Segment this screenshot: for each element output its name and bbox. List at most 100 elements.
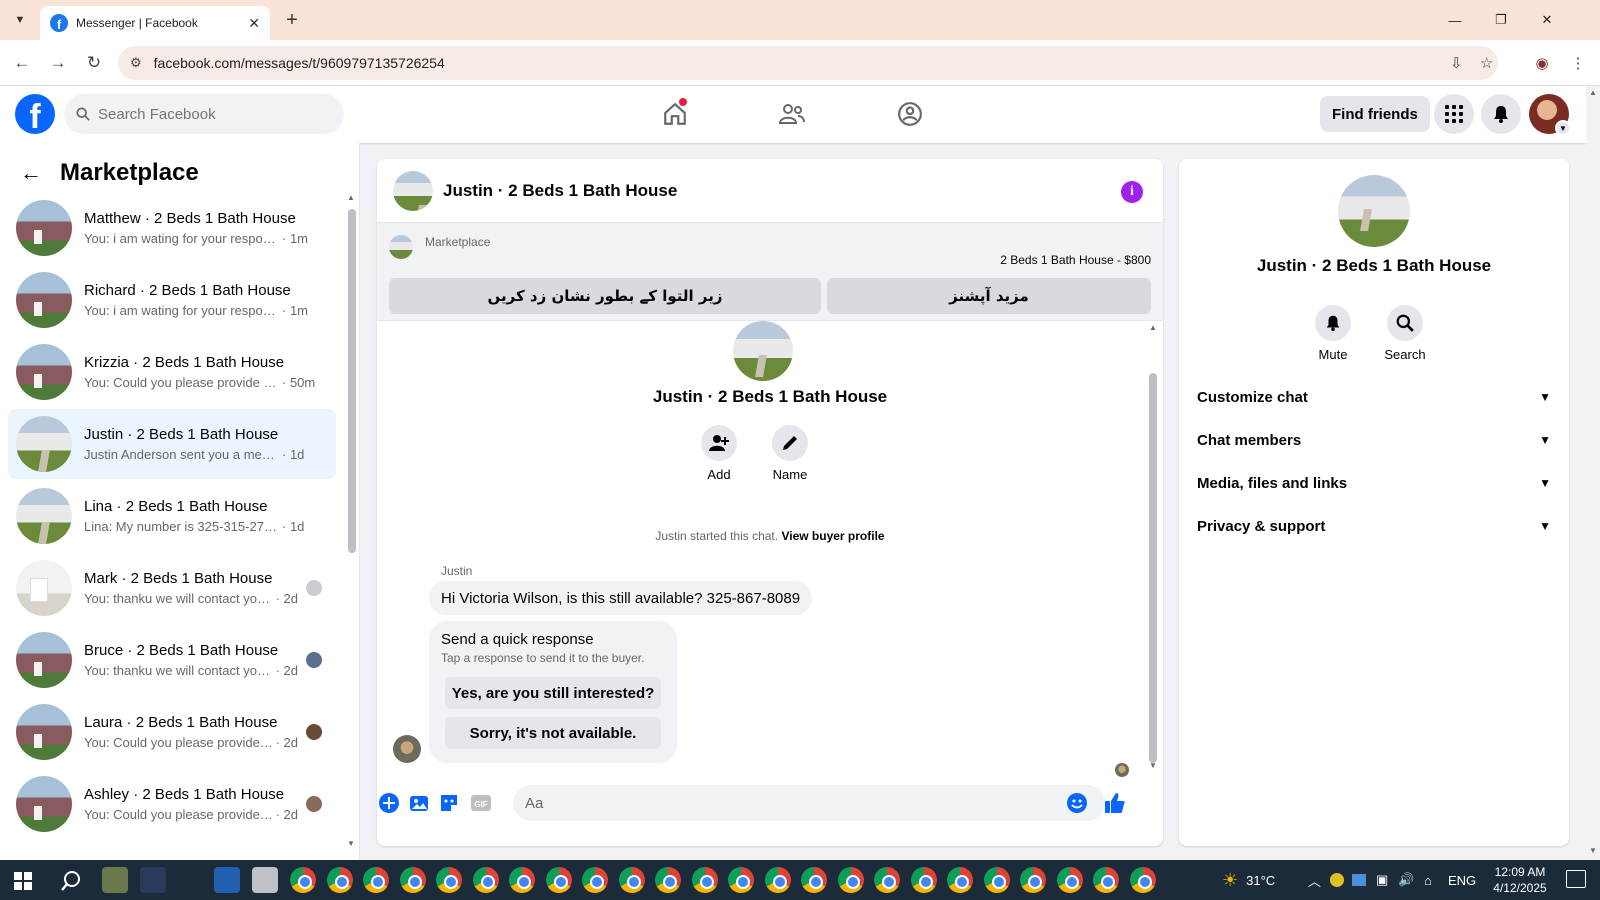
taskbar-app-icon[interactable] [140, 867, 166, 893]
reload-icon[interactable]: ↻ [82, 51, 106, 75]
chrome-taskbar-icon[interactable] [582, 867, 608, 893]
tab-search-icon[interactable]: ▼ [8, 8, 32, 32]
scroll-down-icon[interactable]: ▼ [347, 839, 355, 848]
gif-icon[interactable]: GIF [469, 791, 493, 815]
chevron-up-icon[interactable]: ︿ [1308, 871, 1321, 890]
conversation-item[interactable]: Lina · 2 Beds 1 Bath House Lina: My numbe… [8, 481, 336, 551]
panel-section-item[interactable]: Customize chat ▼ [1193, 377, 1555, 417]
scroll-up-icon[interactable]: ▲ [1149, 323, 1157, 332]
edit-name-action[interactable]: Name [760, 425, 820, 482]
new-tab-icon[interactable]: + [280, 8, 304, 32]
chrome-taskbar-icon[interactable] [874, 867, 900, 893]
sender-avatar[interactable] [393, 735, 421, 763]
chrome-taskbar-icon[interactable] [837, 867, 864, 893]
browser-tab-messenger[interactable]: f Messenger | Facebook ✕ [40, 6, 270, 40]
taskbar-app-icon[interactable] [102, 867, 128, 893]
chat-title[interactable]: Justin · 2 Beds 1 Bath House [443, 181, 677, 201]
facebook-search-box[interactable] [64, 94, 344, 134]
chrome-taskbar-icon[interactable] [691, 867, 718, 893]
menu-grid-button[interactable] [1434, 94, 1474, 134]
browser-menu-icon[interactable]: ⋮ [1566, 51, 1590, 75]
chrome-taskbar-icon[interactable] [399, 867, 426, 893]
conversation-item[interactable]: Laura · 2 Beds 1 Bath House You: Could yo… [8, 697, 336, 767]
chrome-taskbar-icon[interactable] [655, 867, 681, 893]
chrome-taskbar-icon[interactable] [947, 867, 973, 893]
sticker-icon[interactable] [437, 791, 461, 815]
quick-reply-yes-button[interactable]: Yes, are you still interested? [445, 677, 661, 709]
conversation-item[interactable]: Ashley · 2 Beds 1 Bath House You: Could y… [8, 769, 336, 839]
chevron-down-icon[interactable]: ▼ [1555, 120, 1571, 136]
minimize-icon[interactable]: — [1432, 0, 1478, 40]
chrome-taskbar-icon[interactable] [1129, 867, 1156, 893]
panel-section-item[interactable]: Privacy & support ▼ [1193, 506, 1555, 546]
listing-title-price[interactable]: 2 Beds 1 Bath House - $800 [1000, 253, 1151, 267]
info-icon[interactable]: i [1121, 181, 1143, 203]
weather-widget[interactable]: ☀ 31°C [1222, 860, 1275, 900]
install-app-icon[interactable]: ⇩ [1450, 46, 1463, 80]
taskbar-app-icon[interactable] [252, 867, 278, 893]
chevron-down-icon[interactable]: ▼ [1539, 390, 1551, 404]
chrome-taskbar-icon[interactable] [472, 867, 499, 893]
find-friends-button[interactable]: Find friends [1320, 96, 1430, 132]
search-action[interactable]: Search [1370, 305, 1440, 362]
bookmark-star-icon[interactable]: ☆ [1480, 46, 1493, 80]
tray-app-icon[interactable] [1330, 860, 1344, 900]
wifi-icon[interactable]: ⌂ [1424, 860, 1432, 900]
conversation-item[interactable]: Richard · 2 Beds 1 Bath House You: i am w… [8, 265, 336, 335]
page-scrollbar[interactable]: ▲ ▼ [1586, 86, 1600, 860]
tray-network-icon[interactable] [1352, 860, 1366, 900]
chrome-taskbar-icon[interactable] [764, 867, 791, 893]
chevron-down-icon[interactable]: ▼ [1539, 433, 1551, 447]
emoji-icon[interactable] [1065, 791, 1089, 815]
notifications-button[interactable] [1481, 94, 1521, 134]
chrome-taskbar-icon[interactable] [1093, 867, 1119, 893]
volume-icon[interactable]: 🔊 [1398, 860, 1414, 900]
forward-arrow-icon[interactable]: → [46, 51, 70, 75]
scroll-up-icon[interactable]: ▲ [1589, 88, 1597, 97]
nav-groups[interactable] [880, 94, 940, 134]
scroll-down-icon[interactable]: ▼ [1149, 761, 1157, 770]
tray-device-icon[interactable]: ▣ [1376, 860, 1388, 900]
quick-reply-sorry-button[interactable]: Sorry, it's not available. [445, 717, 661, 749]
panel-section-item[interactable]: Media, files and links ▼ [1193, 463, 1555, 503]
thread-scroll-thumb[interactable] [1149, 373, 1157, 763]
language-indicator[interactable]: ENG [1448, 860, 1476, 900]
chrome-taskbar-icon[interactable] [801, 867, 827, 893]
system-clock[interactable]: 12:09 AM 4/12/2025 [1480, 864, 1560, 896]
chevron-down-icon[interactable]: ▼ [1539, 519, 1551, 533]
thumbs-up-icon[interactable] [1103, 791, 1127, 815]
chrome-taskbar-icon[interactable] [728, 867, 754, 893]
conversation-item[interactable]: Bruce · 2 Beds 1 Bath House You: thanku w… [8, 625, 336, 695]
more-options-button[interactable]: مزید آپشنز [827, 278, 1151, 314]
scroll-up-icon[interactable]: ▲ [347, 193, 355, 202]
chrome-taskbar-icon[interactable] [983, 867, 1010, 893]
back-arrow-icon[interactable]: ← [10, 51, 34, 75]
facebook-search-input[interactable] [98, 105, 318, 123]
mute-action[interactable]: Mute [1298, 305, 1368, 362]
conversation-item[interactable]: Justin · 2 Beds 1 Bath House Justin Ander… [8, 409, 336, 479]
show-hidden-icons[interactable]: ︿ [1308, 860, 1321, 900]
search-icon[interactable] [1387, 305, 1423, 341]
message-input[interactable] [513, 785, 1105, 821]
add-people-action[interactable]: Add [689, 425, 749, 482]
nav-home[interactable] [645, 94, 705, 134]
pencil-icon[interactable] [772, 425, 808, 461]
taskbar-app-icon[interactable] [214, 867, 240, 893]
chat-avatar[interactable] [393, 170, 433, 211]
chrome-taskbar-icon[interactable] [618, 867, 645, 893]
listing-thumbnail[interactable] [389, 235, 413, 259]
chrome-taskbar-icon[interactable] [910, 867, 937, 893]
conversation-item[interactable]: Krizzia · 2 Beds 1 Bath House You: Could … [8, 337, 336, 407]
tab-close-icon[interactable]: ✕ [248, 15, 260, 32]
chrome-taskbar-icon[interactable] [509, 867, 535, 893]
view-buyer-profile-link[interactable]: View buyer profile [781, 529, 884, 543]
facebook-logo-icon[interactable]: f [15, 94, 55, 134]
chrome-taskbar-icon[interactable] [290, 867, 316, 893]
chrome-taskbar-icon[interactable] [326, 867, 353, 893]
chrome-taskbar-icon[interactable] [1056, 867, 1083, 893]
chrome-taskbar-icon[interactable] [545, 867, 572, 893]
chrome-taskbar-icon[interactable] [363, 867, 389, 893]
profile-icon[interactable]: ◉ [1530, 51, 1554, 75]
restore-icon[interactable]: ❐ [1478, 0, 1524, 40]
conversation-item[interactable]: Mark · 2 Beds 1 Bath House You: thanku we… [8, 553, 336, 623]
